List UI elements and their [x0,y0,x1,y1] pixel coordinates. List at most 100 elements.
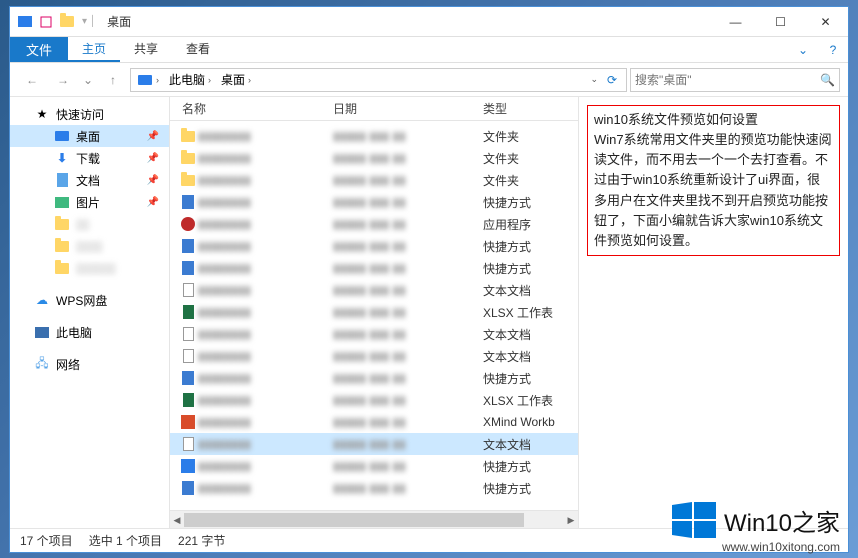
address-bar[interactable]: › 此电脑› 桌面› ⌄ ⟳ [130,68,627,92]
breadcrumb-seg-desktop[interactable]: 桌面 [221,71,245,88]
file-row[interactable]: ▮▮▮▮▮▮▮▮▮▮▮▮▮ ▮▮▮ ▮▮文件夹 [170,147,578,169]
ribbon-expand-icon[interactable]: ⌄ [788,37,818,62]
file-row[interactable]: ▮▮▮▮▮▮▮▮▮▮▮▮▮ ▮▮▮ ▮▮应用程序 [170,213,578,235]
nav-history-button[interactable]: ⌄ [80,67,96,93]
file-row[interactable]: ▮▮▮▮▮▮▮▮▮▮▮▮▮ ▮▮▮ ▮▮XLSX 工作表 [170,389,578,411]
file-icon [178,175,198,186]
nav-back-button[interactable]: ← [18,67,46,93]
sidebar-recent-item[interactable]: ▯▯▯▯▯▯ [10,257,169,279]
sidebar-quick-access[interactable]: ★快速访问 [10,103,169,125]
column-headers[interactable]: 名称 日期 类型 [170,97,578,121]
file-date: ▮▮▮▮▮ ▮▮▮ ▮▮ [333,327,483,341]
qat-props-icon[interactable] [37,13,55,31]
file-date: ▮▮▮▮▮ ▮▮▮ ▮▮ [333,239,483,253]
file-name: ▮▮▮▮▮▮▮▮ [198,415,333,429]
address-row: ← → ⌄ ↑ › 此电脑› 桌面› ⌄ ⟳ 🔍 [10,63,848,97]
refresh-button[interactable]: ⟳ [600,73,624,87]
sidebar-network[interactable]: 🖧网络 [10,353,169,375]
file-icon [178,195,198,209]
file-name: ▮▮▮▮▮▮▮▮ [198,371,333,385]
nav-up-button[interactable]: ↑ [99,67,127,93]
file-name: ▮▮▮▮▮▮▮▮ [198,195,333,209]
file-type: 文本文档 [483,282,578,299]
search-box[interactable]: 🔍 [630,68,840,92]
file-name: ▮▮▮▮▮▮▮▮ [198,349,333,363]
file-row[interactable]: ▮▮▮▮▮▮▮▮▮▮▮▮▮ ▮▮▮ ▮▮文件夹 [170,169,578,191]
search-icon[interactable]: 🔍 [820,73,835,87]
sidebar-item-desktop[interactable]: 桌面📌 [10,125,169,147]
file-row[interactable]: ▮▮▮▮▮▮▮▮▮▮▮▮▮ ▮▮▮ ▮▮快捷方式 [170,367,578,389]
file-icon [178,153,198,164]
file-row[interactable]: ▮▮▮▮▮▮▮▮▮▮▮▮▮ ▮▮▮ ▮▮XMind Workb [170,411,578,433]
file-type: 文本文档 [483,436,578,453]
addr-dropdown-icon[interactable]: ⌄ [590,74,598,85]
sidebar-item-downloads[interactable]: ⬇下载📌 [10,147,169,169]
nav-forward-button[interactable]: → [49,67,77,93]
file-name: ▮▮▮▮▮▮▮▮ [198,481,333,495]
file-row[interactable]: ▮▮▮▮▮▮▮▮▮▮▮▮▮ ▮▮▮ ▮▮快捷方式 [170,477,578,499]
file-row[interactable]: ▮▮▮▮▮▮▮▮▮▮▮▮▮ ▮▮▮ ▮▮快捷方式 [170,235,578,257]
maximize-button[interactable]: ☐ [758,7,803,37]
minimize-button[interactable]: — [713,7,758,37]
file-name: ▮▮▮▮▮▮▮▮ [198,437,333,451]
file-icon [178,131,198,142]
nav-sidebar[interactable]: ★快速访问 桌面📌 ⬇下载📌 文档📌 图片📌 ▯▯ ▯▯▯▯ ▯▯▯▯▯▯ ☁W… [10,97,170,528]
help-icon[interactable]: ? [818,37,848,62]
horizontal-scrollbar[interactable]: ◀ ▶ [170,510,578,528]
sidebar-item-documents[interactable]: 文档📌 [10,169,169,191]
breadcrumb-seg-pc[interactable]: 此电脑 [169,71,205,88]
col-type[interactable]: 类型 [483,97,578,120]
ribbon-tab-view[interactable]: 查看 [172,37,224,62]
qat-newfolder-icon[interactable] [58,13,76,31]
sidebar-item-pictures[interactable]: 图片📌 [10,191,169,213]
pin-icon: 📌 [147,131,159,142]
search-input[interactable] [635,73,820,87]
scroll-left-icon[interactable]: ◀ [170,511,184,528]
pc-icon [34,324,50,340]
file-icon [178,415,198,429]
sidebar-recent-item[interactable]: ▯▯▯▯ [10,235,169,257]
pin-icon: 📌 [147,197,159,208]
file-row[interactable]: ▮▮▮▮▮▮▮▮▮▮▮▮▮ ▮▮▮ ▮▮文本文档 [170,279,578,301]
file-row[interactable]: ▮▮▮▮▮▮▮▮▮▮▮▮▮ ▮▮▮ ▮▮文本文档 [170,323,578,345]
file-row[interactable]: ▮▮▮▮▮▮▮▮▮▮▮▮▮ ▮▮▮ ▮▮快捷方式 [170,257,578,279]
file-type: XLSX 工作表 [483,392,578,409]
file-row[interactable]: ▮▮▮▮▮▮▮▮▮▮▮▮▮ ▮▮▮ ▮▮快捷方式 [170,455,578,477]
app-icon [16,13,34,31]
ribbon-tab-home[interactable]: 主页 [68,37,120,62]
titlebar: ▾ │ 桌面 — ☐ ✕ [10,7,848,37]
file-type: XMind Workb [483,415,578,429]
folder-icon [54,238,70,254]
ribbon-file-tab[interactable]: 文件 [10,37,68,62]
scroll-thumb[interactable] [184,513,524,527]
file-row[interactable]: ▮▮▮▮▮▮▮▮▮▮▮▮▮ ▮▮▮ ▮▮文件夹 [170,125,578,147]
file-date: ▮▮▮▮▮ ▮▮▮ ▮▮ [333,371,483,385]
file-icon [178,261,198,275]
file-date: ▮▮▮▮▮ ▮▮▮ ▮▮ [333,481,483,495]
file-icon [178,481,198,495]
file-row[interactable]: ▮▮▮▮▮▮▮▮▮▮▮▮▮ ▮▮▮ ▮▮文本文档 [170,345,578,367]
file-icon [178,349,198,363]
download-icon: ⬇ [54,150,70,166]
ribbon-tab-share[interactable]: 共享 [120,37,172,62]
file-type: 快捷方式 [483,238,578,255]
sidebar-wps[interactable]: ☁WPS网盘 [10,289,169,311]
file-name: ▮▮▮▮▮▮▮▮ [198,151,333,165]
preview-pane: win10系统文件预览如何设置 Win7系统常用文件夹里的预览功能快速阅读文件，… [578,97,848,528]
file-row[interactable]: ▮▮▮▮▮▮▮▮▮▮▮▮▮ ▮▮▮ ▮▮XLSX 工作表 [170,301,578,323]
file-icon [178,283,198,297]
sidebar-recent-item[interactable]: ▯▯ [10,213,169,235]
file-type: 文件夹 [483,128,578,145]
file-date: ▮▮▮▮▮ ▮▮▮ ▮▮ [333,283,483,297]
file-list[interactable]: 名称 日期 类型 ▮▮▮▮▮▮▮▮▮▮▮▮▮ ▮▮▮ ▮▮文件夹▮▮▮▮▮▮▮▮… [170,97,578,528]
file-row[interactable]: ▮▮▮▮▮▮▮▮▮▮▮▮▮ ▮▮▮ ▮▮文本文档 [170,433,578,455]
file-row[interactable]: ▮▮▮▮▮▮▮▮▮▮▮▮▮ ▮▮▮ ▮▮快捷方式 [170,191,578,213]
col-name[interactable]: 名称 [178,97,333,120]
sidebar-this-pc[interactable]: 此电脑 [10,321,169,343]
close-button[interactable]: ✕ [803,7,848,37]
file-type: 文件夹 [483,150,578,167]
scroll-right-icon[interactable]: ▶ [564,511,578,528]
col-date[interactable]: 日期 [333,97,483,120]
file-icon [178,437,198,451]
file-date: ▮▮▮▮▮ ▮▮▮ ▮▮ [333,349,483,363]
